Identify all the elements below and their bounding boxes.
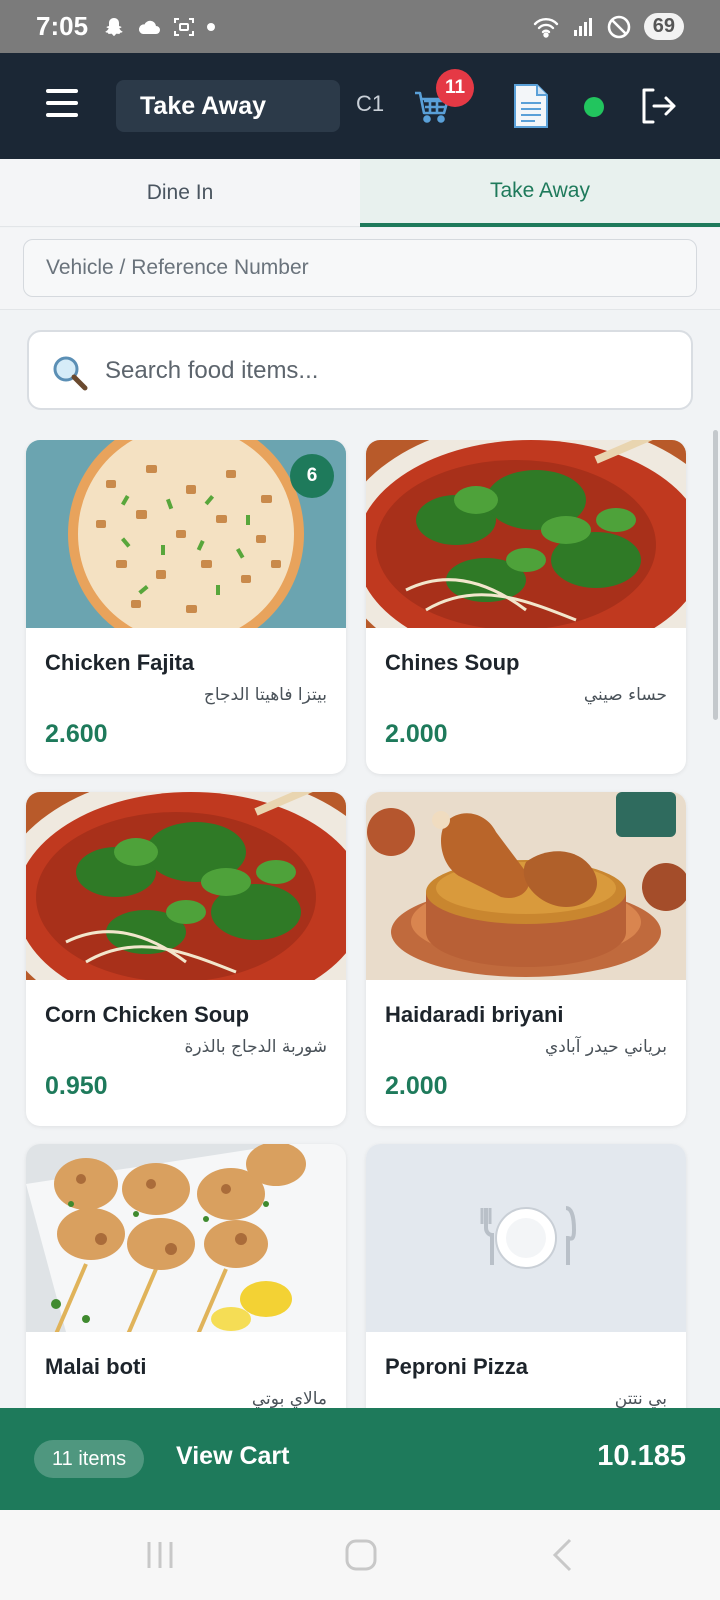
home-icon[interactable] [344,1538,378,1572]
order-type-tabs: Dine In Take Away [0,159,720,227]
battery-level: 69 [643,13,684,40]
search-box [27,330,693,410]
food-image-biryani [366,792,686,980]
item-price: 2.000 [385,720,448,748]
item-arabic-name: برياني حيدر آبادي [544,1037,667,1057]
search-input[interactable] [105,350,665,392]
notification-dot-icon [207,22,216,31]
screenshot-icon [174,17,195,36]
order-mode-selector[interactable]: Take Away [116,80,340,132]
menu-card-peproni-pizza[interactable]: Peproni Pizza بي نتتن [366,1144,686,1408]
food-image-soup [26,792,346,980]
item-arabic-name: بيتزا فاهيتا الدجاج [203,685,327,705]
item-price: 0.950 [45,1072,108,1100]
menu-card-chines-soup[interactable]: Chines Soup حساء صيني 2.000 [366,440,686,774]
item-arabic-name: بي نتتن [614,1389,667,1408]
view-cart-bar[interactable]: 11 items View Cart 10.185 [0,1408,720,1510]
tab-dine-in[interactable]: Dine In [0,159,360,227]
item-arabic-name: مالاي بوتي [251,1389,327,1408]
snapchat-icon [105,17,123,36]
menu-card-corn-chicken-soup[interactable]: Corn Chicken Soup شوربة الدجاج بالذرة 0.… [26,792,346,1126]
menu-card-malai-boti[interactable]: Malai boti مالاي بوتي [26,1144,346,1408]
item-arabic-name: حساء صيني [583,685,667,705]
food-image-soup [366,440,686,628]
food-image-placeholder [366,1144,686,1332]
cart-items-pill: 11 items [34,1440,145,1478]
online-status-dot [584,97,604,117]
cart-count-badge: 11 [436,69,474,107]
vehicle-reference-input[interactable] [23,239,697,297]
item-name: Corn Chicken Soup [45,1002,250,1027]
status-time: 7:05 [36,11,89,41]
logout-icon[interactable] [638,86,678,126]
do-not-disturb-icon [607,15,631,38]
view-cart-label: View Cart [176,1442,290,1470]
app-header: Take Away C1 11 [0,53,720,159]
item-name: Chines Soup [385,650,520,675]
menu-card-haidaradi-briyani[interactable]: Haidaradi briyani برياني حيدر آبادي 2.00… [366,792,686,1126]
item-price: 2.000 [385,1072,448,1100]
signal-icon [573,17,592,36]
search-icon [53,356,88,391]
food-image-skewers [26,1144,346,1332]
item-name: Haidaradi briyani [385,1002,564,1027]
status-bar: 7:05 69 [0,0,720,53]
item-name: Chicken Fajita [45,650,195,675]
back-icon[interactable] [550,1538,576,1572]
item-name: Peproni Pizza [385,1354,529,1379]
item-arabic-name: شوربة الدجاج بالذرة [184,1037,327,1057]
menu-grid: 6 Chicken Fajita بيتزا فاهيتا الدجاج 2.6… [0,440,720,1408]
table-code: C1 [356,91,385,116]
menu-scrollbar[interactable] [713,430,718,720]
tab-take-away[interactable]: Take Away [360,159,720,227]
wifi-icon [533,17,558,38]
item-price: 2.600 [45,720,108,748]
menu-card-chicken-fajita[interactable]: 6 Chicken Fajita بيتزا فاهيتا الدجاج 2.6… [26,440,346,774]
hamburger-menu-icon[interactable] [46,89,78,119]
order-mode-label: Take Away [140,91,267,120]
cart-total: 10.185 [597,1440,686,1472]
system-nav-bar [0,1510,720,1600]
recent-apps-icon[interactable] [143,1538,177,1572]
cloud-icon [138,20,161,34]
item-name: Malai boti [45,1354,147,1379]
item-quantity-badge: 6 [290,454,334,498]
orders-document-icon[interactable] [512,83,550,129]
reference-section [0,228,720,310]
